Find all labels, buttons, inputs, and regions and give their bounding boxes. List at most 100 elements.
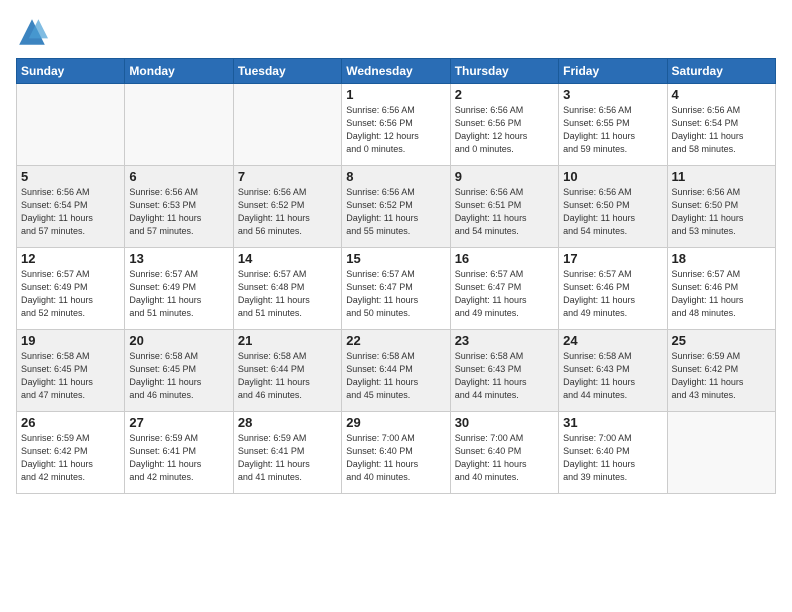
col-monday: Monday — [125, 59, 233, 84]
day-number: 4 — [672, 87, 771, 102]
day-cell: 27 Sunrise: 6:59 AM Sunset: 6:41 PM Dayli… — [125, 412, 233, 494]
day-number: 31 — [563, 415, 662, 430]
day-info: Sunrise: 6:56 AM Sunset: 6:52 PM Dayligh… — [238, 186, 337, 238]
day-info: Sunrise: 6:57 AM Sunset: 6:47 PM Dayligh… — [455, 268, 554, 320]
day-number: 28 — [238, 415, 337, 430]
day-cell: 29 Sunrise: 7:00 AM Sunset: 6:40 PM Dayli… — [342, 412, 450, 494]
day-number: 19 — [21, 333, 120, 348]
day-info: Sunrise: 6:59 AM Sunset: 6:42 PM Dayligh… — [21, 432, 120, 484]
day-cell — [667, 412, 775, 494]
day-number: 15 — [346, 251, 445, 266]
day-number: 29 — [346, 415, 445, 430]
day-info: Sunrise: 6:56 AM Sunset: 6:55 PM Dayligh… — [563, 104, 662, 156]
day-cell: 14 Sunrise: 6:57 AM Sunset: 6:48 PM Dayli… — [233, 248, 341, 330]
day-number: 9 — [455, 169, 554, 184]
day-cell: 18Sunrise: 6:57 AM Sunset: 6:46 PM Dayli… — [667, 248, 775, 330]
day-cell: 21Sunrise: 6:58 AM Sunset: 6:44 PM Dayli… — [233, 330, 341, 412]
logo-icon — [16, 16, 48, 48]
day-cell: 31Sunrise: 7:00 AM Sunset: 6:40 PM Dayli… — [559, 412, 667, 494]
day-info: Sunrise: 6:57 AM Sunset: 6:46 PM Dayligh… — [563, 268, 662, 320]
day-info: Sunrise: 6:56 AM Sunset: 6:56 PM Dayligh… — [346, 104, 445, 156]
day-cell: 4Sunrise: 6:56 AM Sunset: 6:54 PM Daylig… — [667, 84, 775, 166]
day-info: Sunrise: 6:58 AM Sunset: 6:45 PM Dayligh… — [129, 350, 228, 402]
day-info: Sunrise: 6:59 AM Sunset: 6:42 PM Dayligh… — [672, 350, 771, 402]
day-cell: 7 Sunrise: 6:56 AM Sunset: 6:52 PM Daylig… — [233, 166, 341, 248]
col-tuesday: Tuesday — [233, 59, 341, 84]
day-number: 12 — [21, 251, 120, 266]
day-number: 26 — [21, 415, 120, 430]
col-sunday: Sunday — [17, 59, 125, 84]
day-cell — [233, 84, 341, 166]
day-cell: 22Sunrise: 6:58 AM Sunset: 6:44 PM Dayli… — [342, 330, 450, 412]
day-info: Sunrise: 6:59 AM Sunset: 6:41 PM Dayligh… — [129, 432, 228, 484]
day-cell: 25 Sunrise: 6:59 AM Sunset: 6:42 PM Dayli… — [667, 330, 775, 412]
day-number: 20 — [129, 333, 228, 348]
day-info: Sunrise: 7:00 AM Sunset: 6:40 PM Dayligh… — [346, 432, 445, 484]
day-number: 10 — [563, 169, 662, 184]
day-cell: 16 Sunrise: 6:57 AM Sunset: 6:47 PM Dayli… — [450, 248, 558, 330]
day-number: 13 — [129, 251, 228, 266]
day-info: Sunrise: 6:57 AM Sunset: 6:47 PM Dayligh… — [346, 268, 445, 320]
day-info: Sunrise: 6:59 AM Sunset: 6:41 PM Dayligh… — [238, 432, 337, 484]
day-cell: 1 Sunrise: 6:56 AM Sunset: 6:56 PM Daylig… — [342, 84, 450, 166]
day-number: 21 — [238, 333, 337, 348]
day-info: Sunrise: 6:58 AM Sunset: 6:45 PM Dayligh… — [21, 350, 120, 402]
day-number: 27 — [129, 415, 228, 430]
header-row: Sunday Monday Tuesday Wednesday Thursday… — [17, 59, 776, 84]
week-row-2: 5Sunrise: 6:56 AM Sunset: 6:54 PM Daylig… — [17, 166, 776, 248]
day-cell: 3 Sunrise: 6:56 AM Sunset: 6:55 PM Daylig… — [559, 84, 667, 166]
day-number: 18 — [672, 251, 771, 266]
day-cell: 11 Sunrise: 6:56 AM Sunset: 6:50 PM Dayli… — [667, 166, 775, 248]
day-info: Sunrise: 6:57 AM Sunset: 6:49 PM Dayligh… — [21, 268, 120, 320]
week-row-4: 19 Sunrise: 6:58 AM Sunset: 6:45 PM Dayli… — [17, 330, 776, 412]
day-cell: 13 Sunrise: 6:57 AM Sunset: 6:49 PM Dayli… — [125, 248, 233, 330]
day-cell: 10 Sunrise: 6:56 AM Sunset: 6:50 PM Dayli… — [559, 166, 667, 248]
day-number: 7 — [238, 169, 337, 184]
day-cell: 6Sunrise: 6:56 AM Sunset: 6:53 PM Daylig… — [125, 166, 233, 248]
day-number: 1 — [346, 87, 445, 102]
day-info: Sunrise: 6:57 AM Sunset: 6:48 PM Dayligh… — [238, 268, 337, 320]
day-cell: 2 Sunrise: 6:56 AM Sunset: 6:56 PM Daylig… — [450, 84, 558, 166]
day-number: 11 — [672, 169, 771, 184]
day-cell: 8 Sunrise: 6:56 AM Sunset: 6:52 PM Daylig… — [342, 166, 450, 248]
col-friday: Friday — [559, 59, 667, 84]
day-cell: 17 Sunrise: 6:57 AM Sunset: 6:46 PM Dayli… — [559, 248, 667, 330]
day-cell: 23 Sunrise: 6:58 AM Sunset: 6:43 PM Dayli… — [450, 330, 558, 412]
day-info: Sunrise: 6:56 AM Sunset: 6:51 PM Dayligh… — [455, 186, 554, 238]
day-cell: 15 Sunrise: 6:57 AM Sunset: 6:47 PM Dayli… — [342, 248, 450, 330]
day-number: 16 — [455, 251, 554, 266]
day-cell: 26 Sunrise: 6:59 AM Sunset: 6:42 PM Dayli… — [17, 412, 125, 494]
week-row-1: 1 Sunrise: 6:56 AM Sunset: 6:56 PM Daylig… — [17, 84, 776, 166]
day-number: 3 — [563, 87, 662, 102]
day-info: Sunrise: 6:58 AM Sunset: 6:44 PM Dayligh… — [346, 350, 445, 402]
week-row-5: 26 Sunrise: 6:59 AM Sunset: 6:42 PM Dayli… — [17, 412, 776, 494]
day-cell: 28 Sunrise: 6:59 AM Sunset: 6:41 PM Dayli… — [233, 412, 341, 494]
day-number: 14 — [238, 251, 337, 266]
col-wednesday: Wednesday — [342, 59, 450, 84]
col-thursday: Thursday — [450, 59, 558, 84]
day-info: Sunrise: 6:58 AM Sunset: 6:43 PM Dayligh… — [563, 350, 662, 402]
day-info: Sunrise: 6:56 AM Sunset: 6:56 PM Dayligh… — [455, 104, 554, 156]
day-cell: 9 Sunrise: 6:56 AM Sunset: 6:51 PM Daylig… — [450, 166, 558, 248]
day-cell — [17, 84, 125, 166]
day-number: 17 — [563, 251, 662, 266]
logo — [16, 16, 52, 48]
day-number: 6 — [129, 169, 228, 184]
day-info: Sunrise: 6:56 AM Sunset: 6:50 PM Dayligh… — [563, 186, 662, 238]
calendar-table: Sunday Monday Tuesday Wednesday Thursday… — [16, 58, 776, 494]
day-number: 2 — [455, 87, 554, 102]
day-cell: 19 Sunrise: 6:58 AM Sunset: 6:45 PM Dayli… — [17, 330, 125, 412]
day-number: 24 — [563, 333, 662, 348]
day-info: Sunrise: 6:57 AM Sunset: 6:49 PM Dayligh… — [129, 268, 228, 320]
day-number: 25 — [672, 333, 771, 348]
day-info: Sunrise: 6:58 AM Sunset: 6:43 PM Dayligh… — [455, 350, 554, 402]
day-info: Sunrise: 6:56 AM Sunset: 6:54 PM Dayligh… — [21, 186, 120, 238]
day-number: 23 — [455, 333, 554, 348]
day-info: Sunrise: 7:00 AM Sunset: 6:40 PM Dayligh… — [455, 432, 554, 484]
day-number: 8 — [346, 169, 445, 184]
day-cell: 20 Sunrise: 6:58 AM Sunset: 6:45 PM Dayli… — [125, 330, 233, 412]
week-row-3: 12 Sunrise: 6:57 AM Sunset: 6:49 PM Dayli… — [17, 248, 776, 330]
day-info: Sunrise: 6:56 AM Sunset: 6:52 PM Dayligh… — [346, 186, 445, 238]
day-info: Sunrise: 6:56 AM Sunset: 6:50 PM Dayligh… — [672, 186, 771, 238]
day-cell: 30Sunrise: 7:00 AM Sunset: 6:40 PM Dayli… — [450, 412, 558, 494]
